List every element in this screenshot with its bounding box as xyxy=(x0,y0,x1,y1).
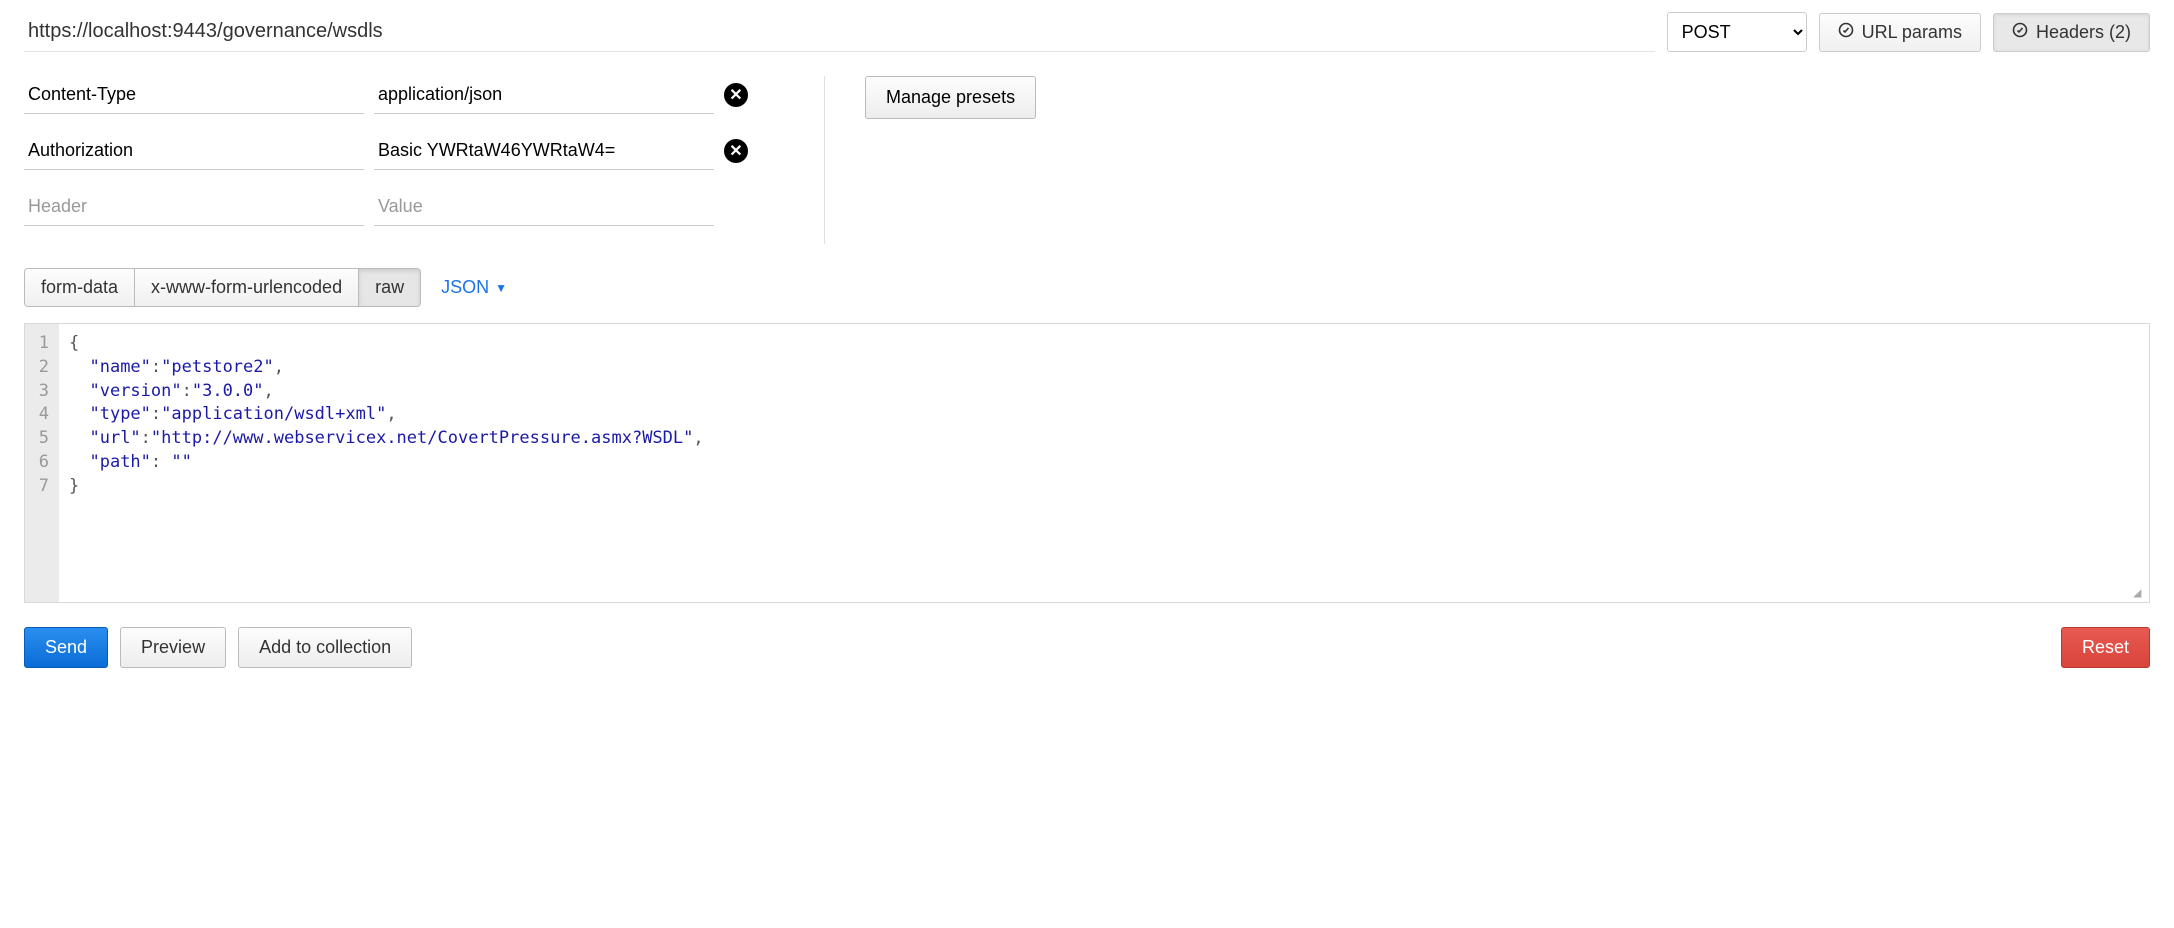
vertical-divider xyxy=(824,76,825,244)
edit-icon xyxy=(1838,22,1854,43)
send-button[interactable]: Send xyxy=(24,627,108,668)
header-value-input[interactable] xyxy=(374,76,714,114)
edit-icon xyxy=(2012,22,2028,43)
header-row: ✕ xyxy=(24,76,784,114)
caret-down-icon: ▼ xyxy=(495,281,507,295)
header-key-input[interactable] xyxy=(24,76,364,114)
preview-button[interactable]: Preview xyxy=(120,627,226,668)
line-gutter: 1 2 3 4 5 6 7 xyxy=(25,324,59,602)
header-row: ✕ xyxy=(24,132,784,170)
http-method-select[interactable]: POST xyxy=(1667,12,1807,52)
header-row-new xyxy=(24,188,784,226)
headers-button[interactable]: Headers (2) xyxy=(1993,13,2150,52)
header-value-input-new[interactable] xyxy=(374,188,714,226)
header-key-input-new[interactable] xyxy=(24,188,364,226)
code-area[interactable]: { "name":"petstore2", "version":"3.0.0",… xyxy=(59,324,2149,602)
delete-icon[interactable]: ✕ xyxy=(724,139,748,163)
headers-label: Headers (2) xyxy=(2036,22,2131,43)
reset-button[interactable]: Reset xyxy=(2061,627,2150,668)
delete-icon[interactable]: ✕ xyxy=(724,83,748,107)
url-params-label: URL params xyxy=(1862,22,1962,43)
body-format-dropdown[interactable]: JSON ▼ xyxy=(441,277,507,298)
body-type-segmented: form-data x-www-form-urlencoded raw xyxy=(24,268,421,307)
url-input[interactable] xyxy=(24,12,1655,52)
request-body-editor[interactable]: 1 2 3 4 5 6 7 { "name":"petstore2", "ver… xyxy=(24,323,2150,603)
url-params-button[interactable]: URL params xyxy=(1819,13,1981,52)
header-value-input[interactable] xyxy=(374,132,714,170)
body-format-label: JSON xyxy=(441,277,489,298)
headers-list: ✕ ✕ xyxy=(24,76,784,244)
header-key-input[interactable] xyxy=(24,132,364,170)
resize-handle-icon[interactable]: ◢ xyxy=(2133,586,2147,600)
manage-presets-button[interactable]: Manage presets xyxy=(865,76,1036,119)
body-type-raw[interactable]: raw xyxy=(359,269,420,306)
add-to-collection-button[interactable]: Add to collection xyxy=(238,627,412,668)
body-type-urlencoded[interactable]: x-www-form-urlencoded xyxy=(135,269,359,306)
body-type-form-data[interactable]: form-data xyxy=(25,269,135,306)
